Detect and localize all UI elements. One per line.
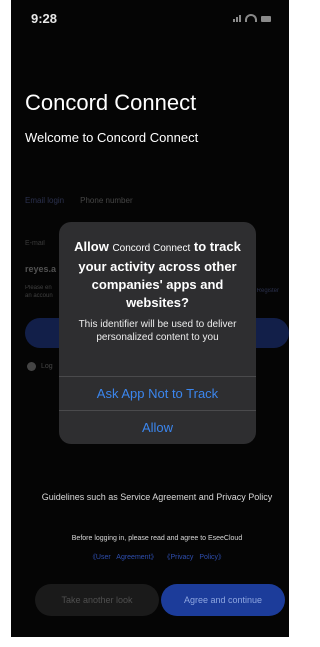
tab-phone-number[interactable]: Phone number <box>80 196 132 205</box>
dialog-title: Allow Concord Connect to track your acti… <box>67 238 248 312</box>
privacy-policy-link[interactable]: 《Privacy Policy》 <box>163 554 225 561</box>
status-time: 9:28 <box>31 11 58 26</box>
dialog-message: This identifier will be used to deliver … <box>78 319 237 343</box>
ask-not-to-track-button[interactable]: Ask App Not to Track <box>59 377 256 410</box>
email-field[interactable]: reyes.a <box>25 264 56 274</box>
battery-icon <box>261 16 271 22</box>
allow-button[interactable]: Allow <box>59 411 256 444</box>
radio-icon[interactable] <box>27 362 36 371</box>
agreement-links: 《User Agreement》 《Privacy Policy》 <box>31 552 283 562</box>
email-label: E-mail <box>25 240 45 247</box>
signal-icon <box>233 15 241 22</box>
guidelines-text: Guidelines such as Service Agreement and… <box>41 492 273 502</box>
wifi-icon <box>245 14 257 22</box>
login-tabs: Email login Phone number <box>25 196 133 205</box>
hint-line-2: an accoun <box>25 293 53 299</box>
tab-email-login[interactable]: Email login <box>25 196 64 205</box>
dialog-title-prefix: Allow <box>74 239 109 254</box>
app-title: Concord Connect <box>25 90 197 115</box>
user-agreement-link[interactable]: 《User Agreement》 <box>89 554 158 561</box>
agree-text: Before logging in, please read and agree… <box>71 535 243 542</box>
welcome-subtitle: Welcome to Concord Connect <box>25 130 199 145</box>
register-link[interactable]: Register <box>257 288 279 294</box>
hint-line-1: Please en <box>25 285 52 291</box>
status-icons <box>233 14 271 22</box>
remember-option[interactable]: Log <box>27 362 53 371</box>
hint-text: Please en an accoun <box>25 284 53 300</box>
take-another-look-button[interactable]: Take another look <box>35 584 159 616</box>
dialog-title-app: Concord Connect <box>112 243 191 254</box>
phone-screen: 9:28 Concord Connect Welcome to Concord … <box>11 0 289 637</box>
agree-and-continue-button[interactable]: Agree and continue <box>161 584 285 616</box>
remember-label: Log <box>41 363 53 370</box>
tracking-permission-dialog: Allow Concord Connect to track your acti… <box>59 222 256 444</box>
